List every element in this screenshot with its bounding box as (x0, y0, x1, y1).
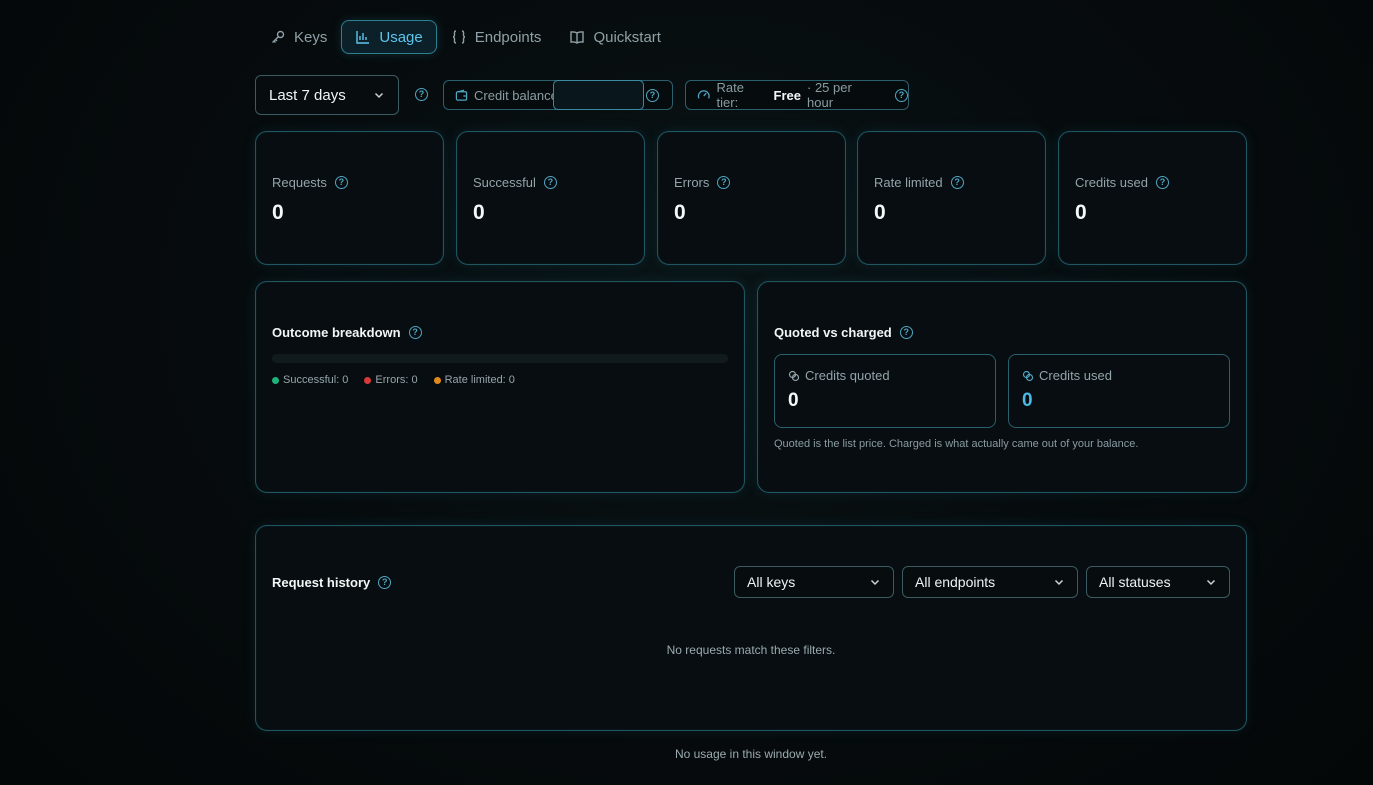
coins-icon (1022, 370, 1034, 381)
stat-card-credits-used: Credits used? 0 (1058, 131, 1247, 265)
key-icon (272, 30, 285, 43)
chevron-down-icon (374, 92, 384, 99)
credits-used-label: Credits used (1039, 368, 1112, 383)
rate-tier-badge: Rate tier: Free · 25 per hour ? (685, 80, 909, 110)
tab-quickstart[interactable]: Quickstart (555, 20, 675, 54)
tab-keys[interactable]: Keys (256, 20, 341, 54)
book-icon (570, 31, 585, 44)
legend-item-rate-limited: Rate limited: 0 (433, 374, 515, 386)
statuses-filter-select[interactable]: All statuses (1086, 566, 1230, 598)
quoted-title: Quoted vs charged (774, 325, 892, 340)
stat-label: Errors (674, 175, 710, 190)
stat-label: Rate limited (874, 175, 943, 190)
tab-usage[interactable]: Usage (341, 20, 437, 54)
coins-icon (788, 370, 800, 381)
stat-label: Successful (473, 175, 536, 190)
credit-balance-input[interactable] (553, 80, 644, 110)
credits-quoted-label: Credits quoted (805, 368, 890, 383)
legend-item-successful: Successful: 0 (272, 374, 348, 386)
tab-label: Usage (379, 28, 423, 46)
help-icon[interactable]: ? (1155, 176, 1169, 189)
gauge-icon (697, 90, 710, 99)
help-icon[interactable]: ? (408, 326, 422, 339)
stat-value: 0 (473, 201, 485, 224)
outcome-title: Outcome breakdown (272, 325, 401, 340)
credits-used-card: Credits used 0 (1008, 354, 1230, 428)
legend-item-errors: Errors: 0 (364, 374, 418, 386)
stat-value: 0 (874, 201, 886, 224)
keys-filter-value: All keys (747, 574, 796, 590)
chevron-down-icon (870, 579, 880, 586)
rate-tier-label: Rate tier: (716, 80, 744, 110)
history-title: Request history (272, 575, 371, 590)
stat-value: 0 (1075, 201, 1087, 224)
stat-label: Requests (272, 175, 327, 190)
tab-endpoints[interactable]: Endpoints (437, 20, 556, 54)
help-icon[interactable]: ? (415, 88, 428, 101)
help-icon[interactable]: ? (950, 176, 964, 189)
successful-dot (272, 376, 279, 384)
chevron-down-icon (1054, 579, 1064, 586)
help-icon[interactable]: ? (899, 326, 913, 339)
tab-label: Endpoints (474, 28, 542, 46)
credit-balance-label: Credit balance (474, 87, 558, 103)
credits-quoted-card: Credits quoted 0 (774, 354, 996, 428)
request-history-panel: Request history? All keys All endpoints … (255, 525, 1247, 731)
rate-limited-dot (433, 376, 441, 384)
credits-used-value: 0 (1022, 390, 1033, 411)
endpoints-filter-value: All endpoints (915, 574, 996, 590)
wallet-icon (455, 89, 468, 101)
chevron-down-icon (1206, 579, 1216, 586)
footer-message: No usage in this window yet. (674, 747, 828, 761)
help-icon[interactable]: ? (543, 176, 557, 189)
stat-card-successful: Successful? 0 (456, 131, 645, 265)
bar-chart-icon (356, 31, 370, 44)
outcome-breakdown-panel: Outcome breakdown? Successful: 0 Errors:… (255, 281, 745, 493)
quoted-note: Quoted is the list price. Charged is wha… (774, 438, 1139, 450)
time-range-value: Last 7 days (269, 86, 346, 104)
outcome-legend: Successful: 0 Errors: 0 Rate limited: 0 (272, 374, 515, 386)
stat-card-requests: Requests? 0 (255, 131, 444, 265)
legend-label: Rate limited: 0 (444, 374, 515, 386)
stat-label: Credits used (1075, 175, 1148, 190)
stat-card-rate-limited: Rate limited? 0 (857, 131, 1046, 265)
outcome-bar (272, 354, 728, 363)
history-empty-message: No requests match these filters. (666, 643, 836, 657)
keys-filter-select[interactable]: All keys (734, 566, 894, 598)
main-tabs: Keys Usage Endpoints Quickstart (256, 20, 675, 56)
help-icon[interactable]: ? (334, 176, 348, 189)
tab-label: Keys (294, 28, 328, 46)
help-icon[interactable]: ? (646, 89, 659, 102)
errors-dot (364, 376, 372, 384)
braces-icon (452, 30, 465, 44)
time-range-select[interactable]: Last 7 days (255, 75, 399, 115)
credits-quoted-value: 0 (788, 390, 799, 411)
credit-balance-control: Credit balance ? (443, 80, 673, 110)
statuses-filter-value: All statuses (1099, 574, 1171, 590)
legend-label: Errors: 0 (375, 374, 418, 386)
endpoints-filter-select[interactable]: All endpoints (902, 566, 1078, 598)
help-icon[interactable]: ? (717, 176, 731, 189)
stat-value: 0 (272, 201, 284, 224)
help-icon[interactable]: ? (378, 576, 392, 589)
stat-card-errors: Errors? 0 (657, 131, 846, 265)
help-icon[interactable]: ? (895, 88, 908, 102)
stat-value: 0 (674, 201, 686, 224)
rate-tier-name: Free (773, 87, 802, 103)
quoted-vs-charged-panel: Quoted vs charged? Credits quoted 0 Cred… (757, 281, 1247, 493)
rate-tier-limit: · 25 per hour (807, 80, 852, 110)
tab-label: Quickstart (593, 28, 661, 46)
legend-label: Successful: 0 (283, 374, 349, 386)
